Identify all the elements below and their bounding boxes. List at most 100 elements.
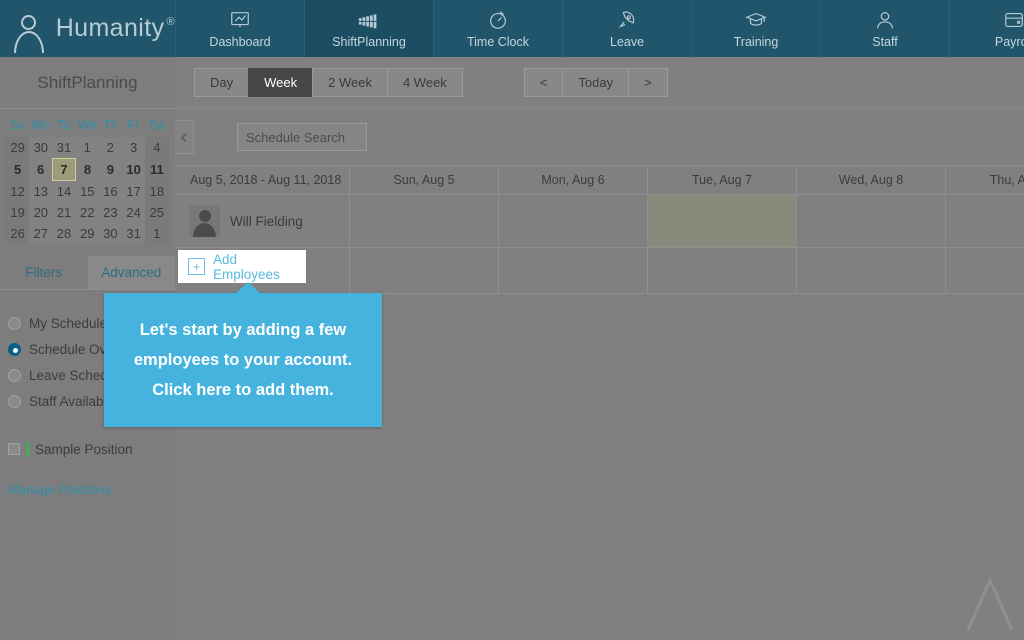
calendar-day[interactable]: 10 <box>122 159 145 181</box>
today-button[interactable]: Today <box>562 68 628 97</box>
shift-cell-tue-today[interactable] <box>648 195 797 248</box>
wallet-icon <box>1003 8 1024 32</box>
radio-indicator-selected <box>8 343 21 356</box>
nav-tab-leave[interactable]: Leave <box>562 0 691 57</box>
shift-cell-wed[interactable] <box>797 248 946 294</box>
calendar-day[interactable]: 31 <box>122 223 145 244</box>
shift-cell-tue[interactable] <box>648 248 797 294</box>
add-employees-label: Add Employees <box>213 252 306 282</box>
nav-tab-label: Time Clock <box>467 35 529 49</box>
calendar-day[interactable]: 19 <box>6 202 29 223</box>
employee-name: Will Fielding <box>230 214 303 229</box>
calendar-day[interactable]: 3 <box>122 137 145 159</box>
manage-positions-link[interactable]: Manage Positions <box>8 482 175 497</box>
calendar-day[interactable]: 30 <box>99 223 122 244</box>
nav-tab-label: Training <box>734 35 779 49</box>
nav-tab-shiftplanning[interactable]: ShiftPlanning <box>304 0 433 57</box>
calendar-day[interactable]: 29 <box>76 223 99 244</box>
calendar-day[interactable]: 6 <box>29 159 52 181</box>
position-checkbox[interactable] <box>8 443 20 455</box>
calendar-day[interactable]: 18 <box>145 181 168 203</box>
nav-tab-time-clock[interactable]: Time Clock <box>433 0 562 57</box>
calendar-day[interactable]: 29 <box>6 137 29 159</box>
calendar-day[interactable]: 24 <box>122 202 145 223</box>
nav-tab-label: Staff <box>872 35 897 49</box>
calendar-day[interactable]: 14 <box>52 181 75 203</box>
range-button-day[interactable]: Day <box>194 68 248 97</box>
calendar-day[interactable]: 2 <box>99 137 122 159</box>
calendar-day[interactable]: 25 <box>145 202 168 223</box>
calendar-day-today[interactable]: 7 <box>52 159 75 181</box>
calendar-day[interactable]: 21 <box>52 202 75 223</box>
nav-tab-training[interactable]: Training <box>691 0 820 57</box>
calendar-day[interactable]: 30 <box>29 137 52 159</box>
calendar-day[interactable]: 28 <box>52 223 75 244</box>
schedule-range-label: Aug 5, 2018 - Aug 11, 2018 <box>175 165 350 195</box>
filter-tab-bar: Filters Advanced <box>0 256 175 290</box>
calendar-day[interactable]: 12 <box>6 181 29 203</box>
graduation-cap-icon <box>744 8 768 32</box>
range-button-2-week[interactable]: 2 Week <box>312 68 387 97</box>
calendar-week-row: 29 30 31 1 2 3 4 <box>6 137 169 159</box>
calendar-day[interactable]: 23 <box>99 202 122 223</box>
calendar-day[interactable]: 5 <box>6 159 29 181</box>
registered-mark: ® <box>166 16 175 28</box>
calendar-day[interactable]: 9 <box>99 159 122 181</box>
range-button-week[interactable]: Week <box>248 68 312 97</box>
nav-tab-dashboard[interactable]: Dashboard <box>175 0 304 57</box>
tooltip-line-2: employees to your account. <box>134 345 352 375</box>
nav-tab-label: Leave <box>610 35 644 49</box>
position-item-sample-position[interactable]: Sample Position <box>8 438 175 460</box>
calendar-day[interactable]: 31 <box>52 137 75 159</box>
calendar-day[interactable]: 13 <box>29 181 52 203</box>
nav-tab-payroll[interactable]: Payroll <box>949 0 1024 57</box>
calendar-day[interactable]: 26 <box>6 223 29 244</box>
day-column-header-thu: Thu, Aug 9 <box>946 165 1024 195</box>
radio-indicator <box>8 317 21 330</box>
add-employees-button[interactable]: + Add Employees <box>178 250 306 283</box>
chevron-left-icon[interactable] <box>175 120 194 154</box>
calendar-weekday-we: We <box>76 115 99 137</box>
brand-wordmark: Humanity ® <box>56 14 175 43</box>
shift-cell-sun[interactable] <box>350 248 499 294</box>
position-color-swatch <box>26 442 29 457</box>
calendar-day[interactable]: 4 <box>145 137 168 159</box>
page-title: ShiftPlanning <box>0 57 175 109</box>
tab-filters[interactable]: Filters <box>0 256 88 289</box>
calendar-weekday-su: Su <box>6 115 29 137</box>
employee-cell[interactable]: Will Fielding <box>175 195 350 248</box>
calendar-day[interactable]: 11 <box>145 159 168 181</box>
stopwatch-icon <box>487 8 509 32</box>
prev-period-button[interactable]: < <box>524 68 563 97</box>
brand-logo[interactable]: Humanity ® <box>0 0 175 57</box>
shift-cell-wed[interactable] <box>797 195 946 248</box>
calendar-day[interactable]: 20 <box>29 202 52 223</box>
rocket-icon <box>616 8 638 32</box>
calendar-day[interactable]: 1 <box>76 137 99 159</box>
top-navigation-bar: Humanity ® Dashboard <box>0 0 1024 57</box>
calendar-day[interactable]: 27 <box>29 223 52 244</box>
shiftplanning-app: Humanity ® Dashboard <box>0 0 1024 640</box>
avatar-placeholder-icon <box>189 206 220 237</box>
calendar-day[interactable]: 16 <box>99 181 122 203</box>
shift-cell-sun[interactable] <box>350 195 499 248</box>
range-button-4-week[interactable]: 4 Week <box>387 68 463 97</box>
mini-calendar[interactable]: Su Mo Tu We Th Fr Sa 29 30 31 1 <box>0 109 175 248</box>
tab-advanced[interactable]: Advanced <box>88 256 176 289</box>
calendar-week-row: 12 13 14 15 16 17 18 <box>6 181 169 203</box>
calendar-day[interactable]: 8 <box>76 159 99 181</box>
shift-cell-mon[interactable] <box>499 248 648 294</box>
shift-cell-thu[interactable] <box>946 248 1024 294</box>
search-input[interactable] <box>237 123 367 151</box>
calendar-day[interactable]: 17 <box>122 181 145 203</box>
shift-cell-mon[interactable] <box>499 195 648 248</box>
shift-cell-thu[interactable] <box>946 195 1024 248</box>
calendar-day[interactable]: 1 <box>145 223 168 244</box>
calendar-day[interactable]: 22 <box>76 202 99 223</box>
nav-tab-staff[interactable]: Staff <box>820 0 949 57</box>
calendar-day[interactable]: 15 <box>76 181 99 203</box>
day-column-header-tue: Tue, Aug 7 <box>648 165 797 195</box>
next-period-button[interactable]: > <box>628 68 668 97</box>
help-button[interactable] <box>960 574 1018 636</box>
person-icon <box>874 8 896 32</box>
